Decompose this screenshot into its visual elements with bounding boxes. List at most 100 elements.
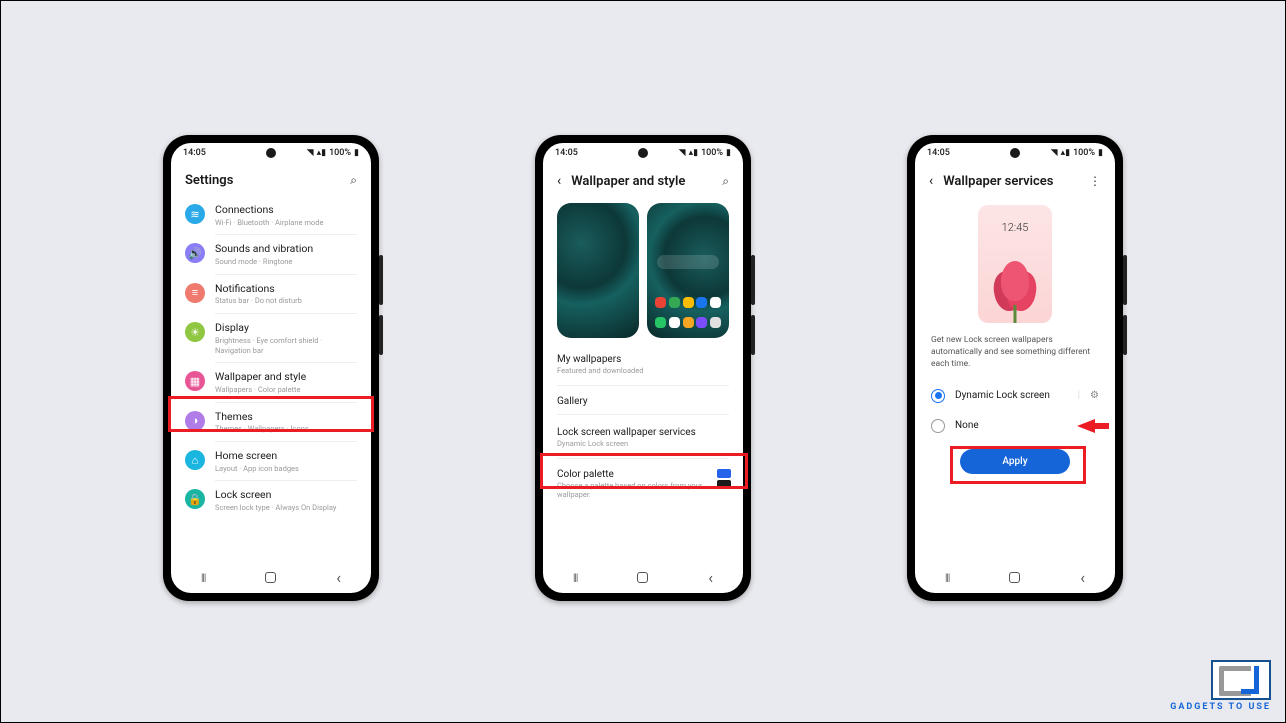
watermark: GADGETS TO USE bbox=[1170, 660, 1271, 712]
homescreen-preview[interactable] bbox=[647, 203, 729, 338]
header: ‹ Wallpaper services ⋮ bbox=[915, 163, 1115, 197]
settings-item-text: Wallpaper and styleWallpapers · Color pa… bbox=[215, 370, 357, 394]
apply-wrap: Apply bbox=[915, 441, 1115, 482]
settings-item-home-screen[interactable]: ⌂Home screenLayout · App icon badges bbox=[171, 442, 371, 480]
settings-item-display[interactable]: ☀ DisplayBrightness · Eye comfort shield … bbox=[171, 314, 371, 362]
power-button bbox=[1123, 315, 1127, 355]
separator: | bbox=[1078, 390, 1080, 401]
wifi-icon: ◥ bbox=[307, 148, 314, 158]
option-none[interactable]: None bbox=[915, 411, 1115, 441]
wifi-icon: ◥ bbox=[1051, 148, 1058, 158]
nav-back-icon[interactable] bbox=[1080, 568, 1085, 587]
status-bar: 14:05 ◥ ▴▮ 100% ▮ bbox=[915, 143, 1115, 163]
settings-item-text: ThemesThemes · Wallpapers · Icons bbox=[215, 410, 357, 434]
screen-2: 14:05 ◥ ▴▮ 100% ▮ ‹ Wallpaper and style … bbox=[543, 143, 743, 593]
status-bar: 14:05 ◥ ▴▮ 100% ▮ bbox=[171, 143, 371, 163]
app-icon bbox=[655, 297, 666, 308]
widget-bar bbox=[657, 255, 719, 269]
option-dynamic-lock[interactable]: Dynamic Lock screen | ⚙ bbox=[915, 381, 1115, 411]
settings-item-text: Sounds and vibrationSound mode · Rington… bbox=[215, 242, 357, 266]
settings-list[interactable]: ≋ConnectionsWi-Fi · Bluetooth · Airplane… bbox=[171, 196, 371, 561]
settings-item-wallpaper-and-style[interactable]: ▦Wallpaper and styleWallpapers · Color p… bbox=[171, 363, 371, 401]
nav-home-icon[interactable] bbox=[637, 572, 648, 583]
nav-home-icon[interactable] bbox=[1009, 572, 1020, 583]
app-icon bbox=[710, 297, 721, 308]
gear-icon[interactable]: ⚙ bbox=[1090, 390, 1099, 401]
phone-settings: 14:05 ◥ ▴▮ 100% ▮ Settings ⌕ ≋Connection… bbox=[163, 135, 379, 601]
settings-item-text: Home screenLayout · App icon badges bbox=[215, 449, 357, 473]
settings-item-title: Sounds and vibration bbox=[215, 242, 357, 256]
app-icon bbox=[683, 317, 694, 328]
search-icon[interactable]: ⌕ bbox=[722, 174, 729, 189]
settings-item-text: DisplayBrightness · Eye comfort shield ·… bbox=[215, 321, 357, 355]
menu-color-palette-sub: Choose a palette based on colors from yo… bbox=[543, 481, 743, 505]
back-icon[interactable]: ‹ bbox=[929, 173, 933, 189]
palette-swatches bbox=[717, 469, 731, 489]
logo-icon bbox=[1211, 660, 1271, 700]
watermark-text: GADGETS TO USE bbox=[1170, 702, 1271, 712]
settings-item-notifications[interactable]: ≡NotificationsStatus bar · Do not distur… bbox=[171, 275, 371, 313]
settings-item-lock-screen[interactable]: 🔒Lock screenScreen lock type · Always On… bbox=[171, 481, 371, 519]
settings-item-icon: ☀ bbox=[185, 322, 205, 342]
divider bbox=[557, 414, 729, 415]
menu-color-palette-row[interactable]: Color palette Choose a palette based on … bbox=[543, 463, 743, 505]
battery-icon: ▮ bbox=[1098, 148, 1103, 158]
signal-icon: ▴▮ bbox=[317, 148, 326, 158]
search-icon[interactable]: ⌕ bbox=[350, 173, 357, 188]
status-bar: 14:05 ◥ ▴▮ 100% ▮ bbox=[543, 143, 743, 163]
nav-recent-icon[interactable] bbox=[201, 570, 205, 584]
menu-gallery[interactable]: Gallery bbox=[543, 390, 743, 408]
status-time: 14:05 bbox=[183, 148, 206, 158]
settings-item-title: Wallpaper and style bbox=[215, 370, 357, 384]
battery-text: 100% bbox=[1073, 148, 1095, 158]
app-row bbox=[655, 297, 721, 308]
menu-my-wallpapers[interactable]: My wallpapers bbox=[543, 348, 743, 366]
settings-item-title: Connections bbox=[215, 203, 357, 217]
nav-recent-icon[interactable] bbox=[573, 570, 577, 584]
settings-item-icon: 🔒 bbox=[185, 489, 205, 509]
settings-item-sub: Wallpapers · Color palette bbox=[215, 385, 357, 395]
phone-wallpaper-style: 14:05 ◥ ▴▮ 100% ▮ ‹ Wallpaper and style … bbox=[535, 135, 751, 601]
radio-label: Dynamic Lock screen bbox=[955, 390, 1068, 401]
signal-icon: ▴▮ bbox=[689, 148, 698, 158]
settings-item-sub: Sound mode · Ringtone bbox=[215, 257, 357, 267]
page-title: Wallpaper services bbox=[943, 174, 1079, 189]
header: Settings ⌕ bbox=[171, 163, 371, 196]
settings-item-sub: Wi-Fi · Bluetooth · Airplane mode bbox=[215, 218, 357, 228]
settings-item-sub: Themes · Wallpapers · Icons bbox=[215, 424, 357, 434]
status-time: 14:05 bbox=[927, 148, 950, 158]
menu-lock-services[interactable]: Lock screen wallpaper services bbox=[543, 421, 743, 439]
wifi-icon: ◥ bbox=[679, 148, 686, 158]
lockscreen-preview[interactable] bbox=[557, 203, 639, 338]
nav-bar bbox=[543, 561, 743, 593]
status-right: ◥ ▴▮ 100% ▮ bbox=[307, 148, 359, 158]
nav-home-icon[interactable] bbox=[265, 572, 276, 583]
apply-button[interactable]: Apply bbox=[960, 449, 1070, 474]
nav-back-icon[interactable] bbox=[708, 568, 713, 587]
settings-item-connections[interactable]: ≋ConnectionsWi-Fi · Bluetooth · Airplane… bbox=[171, 196, 371, 234]
nav-recent-icon[interactable] bbox=[945, 570, 949, 584]
color-swatch bbox=[717, 469, 731, 478]
signal-icon: ▴▮ bbox=[1061, 148, 1070, 158]
settings-item-text: ConnectionsWi-Fi · Bluetooth · Airplane … bbox=[215, 203, 357, 227]
app-icon bbox=[696, 317, 707, 328]
nav-bar bbox=[171, 561, 371, 593]
back-icon[interactable]: ‹ bbox=[557, 173, 561, 189]
menu-lock-services-sub: Dynamic Lock screen bbox=[543, 439, 743, 454]
menu-color-palette: Color palette bbox=[543, 463, 743, 481]
description-text: Get new Lock screen wallpapers automatic… bbox=[915, 329, 1115, 381]
nav-back-icon[interactable] bbox=[336, 568, 341, 587]
settings-item-sounds-and-vibration[interactable]: 🔊Sounds and vibrationSound mode · Ringto… bbox=[171, 235, 371, 273]
radio-icon bbox=[931, 389, 945, 403]
more-icon[interactable]: ⋮ bbox=[1089, 174, 1101, 188]
settings-item-themes[interactable]: ◑ ThemesThemes · Wallpapers · Icons bbox=[171, 403, 371, 441]
page-title: Wallpaper and style bbox=[571, 174, 712, 189]
settings-item-sub: Status bar · Do not disturb bbox=[215, 296, 357, 306]
settings-item-text: NotificationsStatus bar · Do not disturb bbox=[215, 282, 357, 306]
settings-item-sub: Screen lock type · Always On Display bbox=[215, 503, 357, 513]
volume-button bbox=[1123, 255, 1127, 305]
divider bbox=[557, 458, 729, 459]
screen-1: 14:05 ◥ ▴▮ 100% ▮ Settings ⌕ ≋Connection… bbox=[171, 143, 371, 593]
settings-item-sub: Brightness · Eye comfort shield · Naviga… bbox=[215, 336, 357, 356]
settings-item-icon: ◑ bbox=[185, 411, 205, 431]
